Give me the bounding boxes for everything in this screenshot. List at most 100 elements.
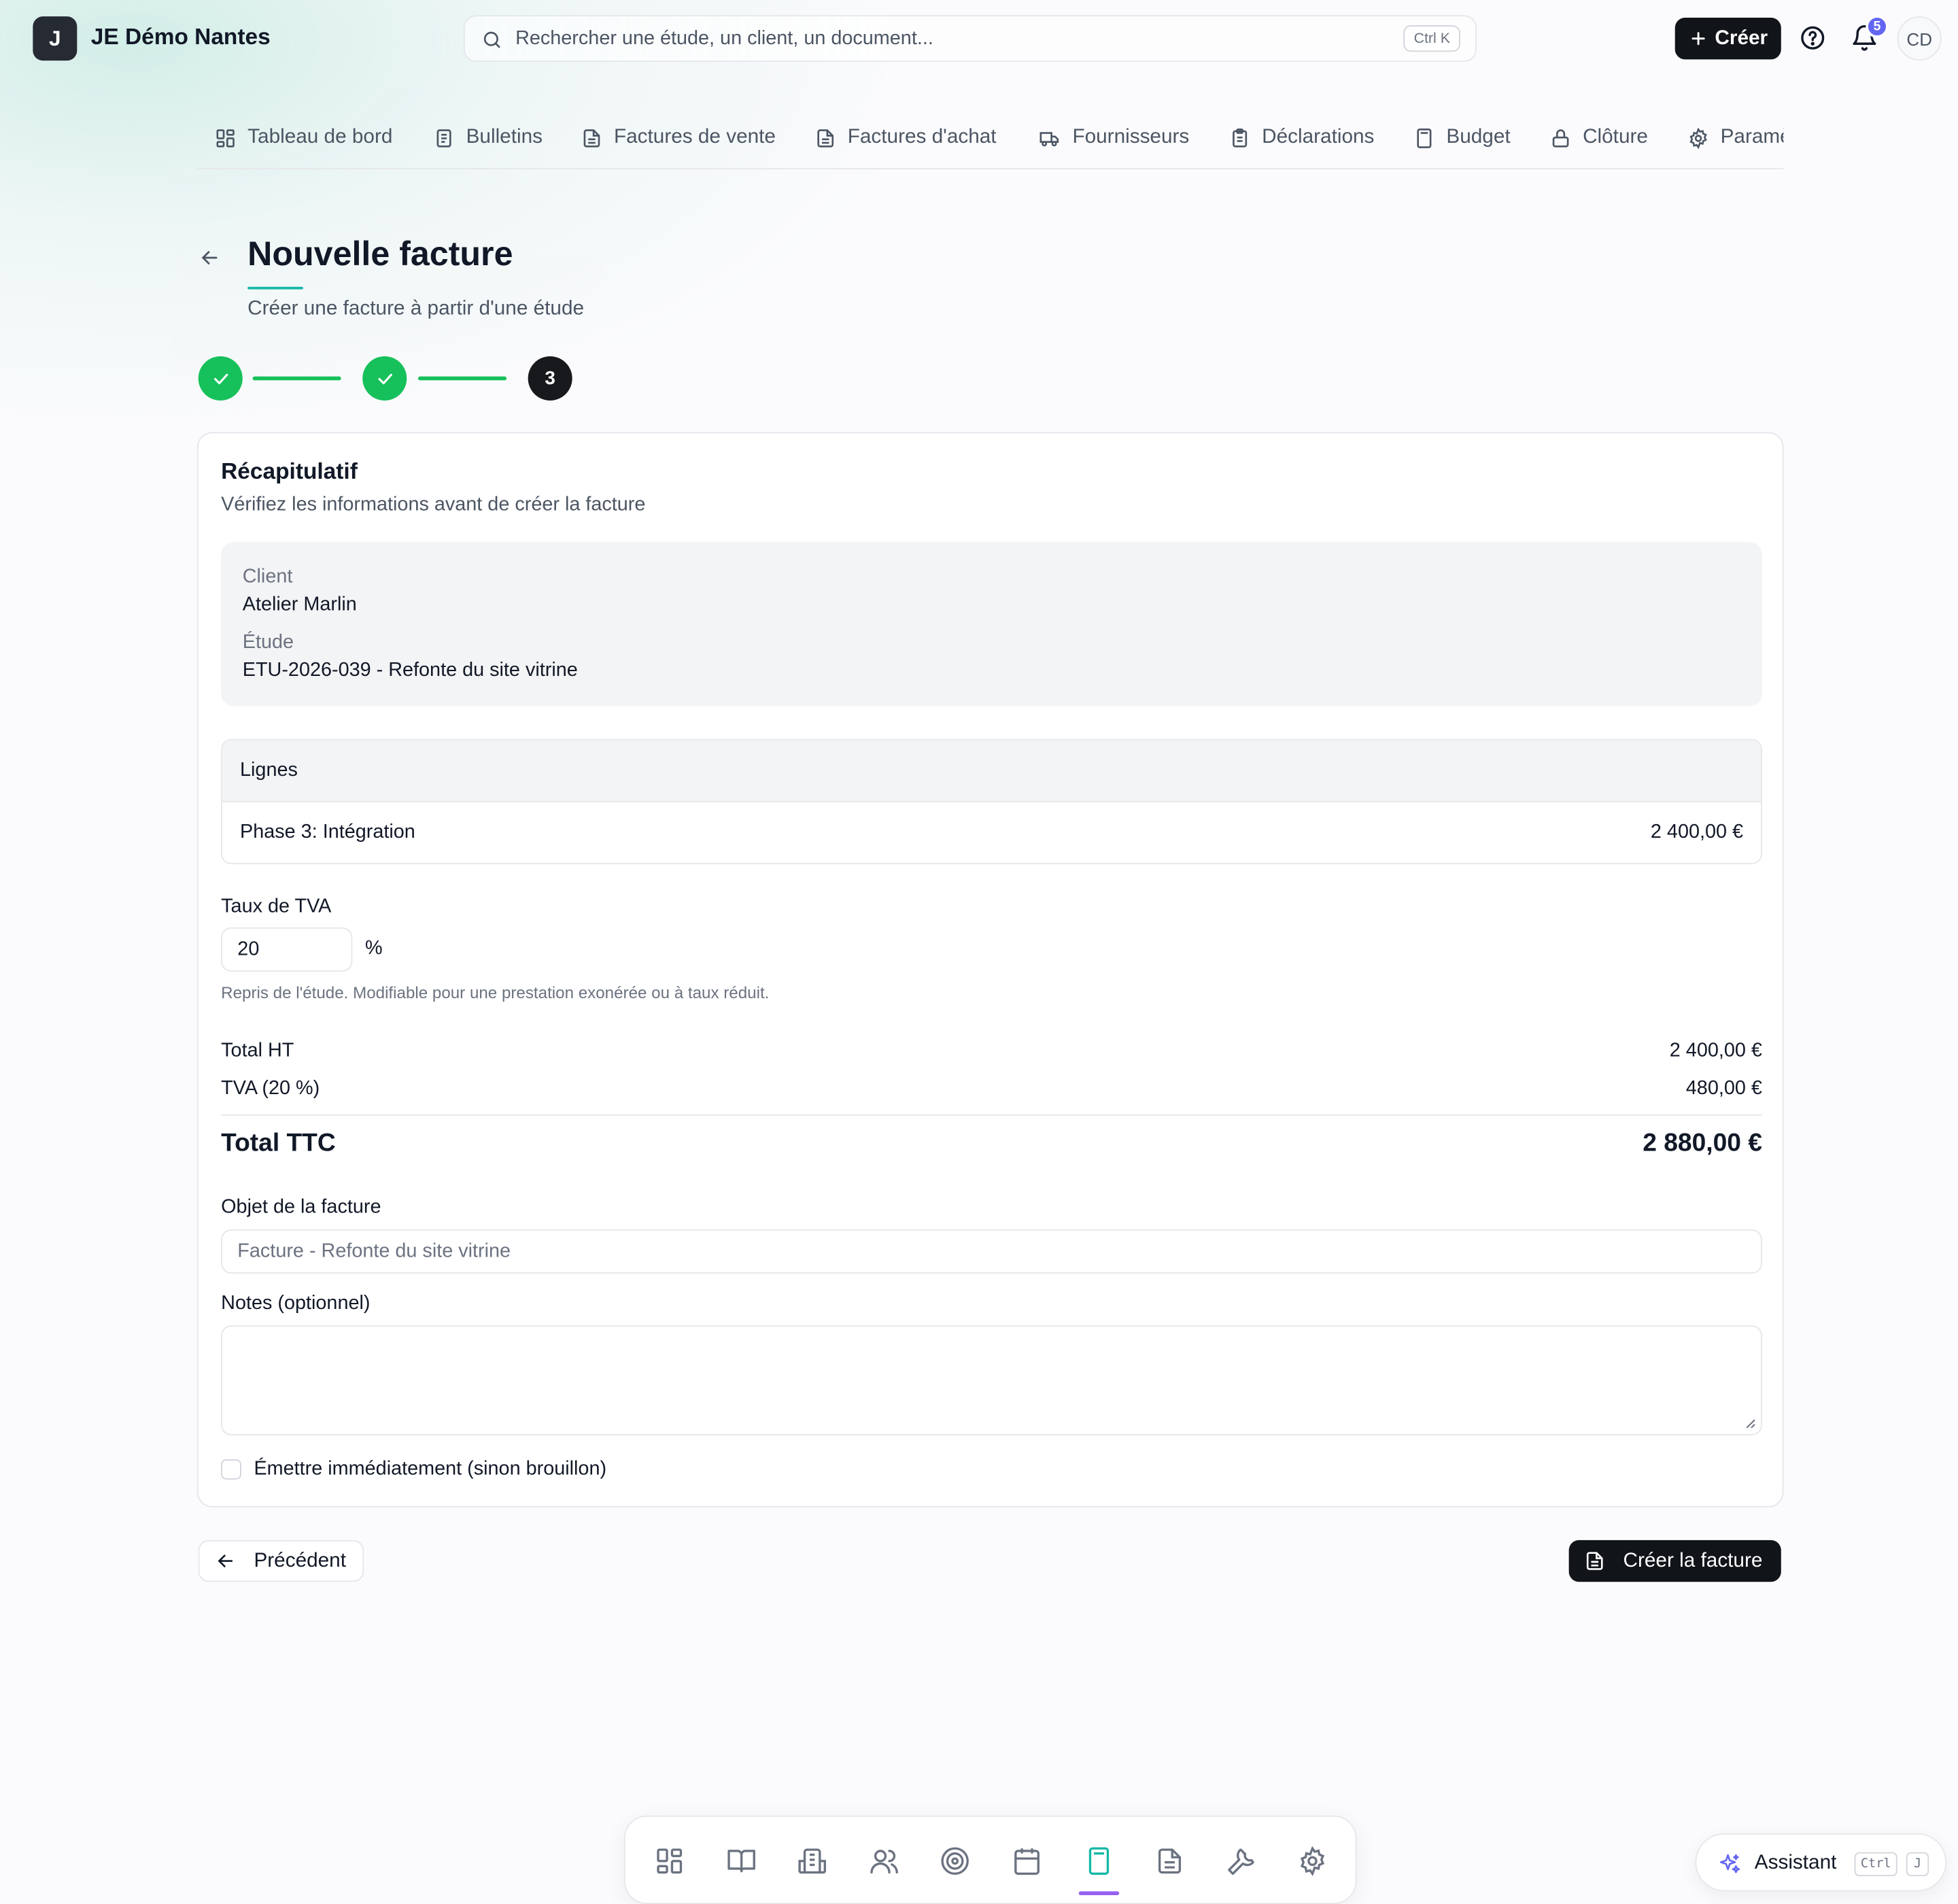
tab-tableau-de-bord[interactable]: Tableau de bord <box>215 124 393 152</box>
main-nav: Tableau de bord Bulletins Factures de ve… <box>196 109 1784 169</box>
recap-subtitle: Vérifiez les informations avant de créer… <box>221 494 646 516</box>
previous-button[interactable]: Précédent <box>198 1540 364 1582</box>
create-button-label: Créer <box>1715 27 1768 49</box>
client-value: Atelier Marlin <box>242 594 357 615</box>
client-label: Client <box>242 566 293 588</box>
app-logo-letter: J <box>49 26 61 50</box>
page-subtitle: Créer une facture à partir d'une étude <box>247 298 585 320</box>
object-label: Objet de la facture <box>221 1196 381 1219</box>
create-button[interactable]: Créer <box>1674 18 1781 60</box>
dock-calculator-icon[interactable] <box>1084 1846 1114 1877</box>
back-arrow-icon[interactable] <box>199 246 221 269</box>
top-bar: J JE Démo Nantes Rechercher une étude, u… <box>0 0 1958 78</box>
lock-icon <box>1552 129 1569 147</box>
recap-title: Récapitulatif <box>221 458 358 484</box>
search-input[interactable]: Rechercher une étude, un client, un docu… <box>463 15 1477 63</box>
lines-header: Lignes <box>222 740 1762 802</box>
lines-table: Lignes Phase 3: Intégration 2 400,00 € <box>221 738 1762 864</box>
tva-rate-hint: Repris de l'étude. Modifiable pour une p… <box>221 983 770 1002</box>
total-ht-row: Total HT 2 400,00 € <box>221 1040 1762 1062</box>
total-ttc-value: 2 880,00 € <box>1643 1129 1762 1157</box>
plus-icon <box>1691 32 1704 46</box>
tva-amount-value: 480,00 € <box>1685 1077 1762 1100</box>
dock-users-icon[interactable] <box>869 1846 899 1877</box>
dock-building-icon[interactable] <box>797 1846 827 1877</box>
dock-document-icon[interactable] <box>1154 1846 1185 1877</box>
clipboard-icon <box>1233 128 1248 147</box>
step-connector <box>252 376 341 381</box>
tab-label: Budget <box>1446 126 1511 148</box>
emit-now-label[interactable]: Émettre immédiatement (sinon brouillon) <box>254 1458 606 1480</box>
step-connector <box>417 376 507 381</box>
tab-label: Déclarations <box>1262 126 1375 148</box>
step-1-done <box>198 356 243 401</box>
notification-badge: 5 <box>1866 15 1889 38</box>
assistant-button[interactable]: Assistant Ctrl J <box>1695 1833 1947 1892</box>
lines-header-label: Lignes <box>240 759 298 781</box>
tab-cloture[interactable]: Clôture <box>1550 124 1648 152</box>
tab-label: Bulletins <box>466 126 543 148</box>
gear-icon <box>1689 126 1707 149</box>
step-3-current: 3 <box>528 356 572 401</box>
invoice-icon <box>817 129 834 147</box>
create-invoice-button-label: Créer la facture <box>1623 1549 1763 1571</box>
tab-factures-d-achat[interactable]: Factures d'achat <box>814 124 997 152</box>
bottom-dock <box>623 1815 1357 1904</box>
search-shortcut: Ctrl K <box>1403 25 1460 52</box>
tab-parametres[interactable]: Paramètres <box>1687 124 1783 152</box>
search-placeholder: Rechercher une étude, un client, un docu… <box>515 27 933 50</box>
emit-now-checkbox[interactable] <box>221 1459 241 1480</box>
check-icon <box>377 373 392 384</box>
invoice-icon <box>1586 1552 1603 1570</box>
recap-card: Récapitulatif Vérifiez les informations … <box>196 432 1784 1508</box>
tab-budget[interactable]: Budget <box>1413 124 1511 152</box>
create-invoice-button[interactable]: Créer la facture <box>1568 1540 1781 1582</box>
document-icon <box>436 129 451 147</box>
dashboard-icon <box>216 129 235 147</box>
previous-button-label: Précédent <box>254 1549 346 1571</box>
app-title[interactable]: JE Démo Nantes <box>91 24 271 50</box>
tva-rate-input[interactable]: 20 <box>221 927 353 972</box>
dock-gear-icon[interactable] <box>1297 1846 1328 1877</box>
divider <box>221 1114 1762 1116</box>
tab-label: Factures de vente <box>613 126 776 148</box>
total-ttc-row: Total TTC 2 880,00 € <box>221 1129 1762 1159</box>
assistant-shortcut-key: J <box>1906 1852 1929 1877</box>
dock-target-icon[interactable] <box>940 1846 970 1877</box>
tab-fournisseurs[interactable]: Fournisseurs <box>1038 124 1189 152</box>
object-input[interactable]: Facture - Refonte du site vitrine <box>221 1229 1762 1274</box>
assistant-label: Assistant <box>1754 1852 1837 1874</box>
dock-dashboard-icon[interactable] <box>654 1846 685 1877</box>
tva-rate-unit: % <box>364 937 383 959</box>
tab-label: Fournisseurs <box>1072 126 1190 148</box>
app-logo[interactable]: J <box>33 16 78 61</box>
page-title: Nouvelle facture <box>247 235 513 273</box>
line-amount: 2 400,00 € <box>1650 821 1744 843</box>
calculator-icon <box>1417 128 1432 148</box>
arrow-left-icon <box>218 1554 233 1567</box>
study-value: ETU-2026-039 - Refonte du site vitrine <box>242 659 578 681</box>
tab-bulletins[interactable]: Bulletins <box>433 124 543 152</box>
total-ht-value: 2 400,00 € <box>1669 1040 1762 1061</box>
tab-label: Clôture <box>1583 126 1648 148</box>
tab-label: Paramètres <box>1720 126 1784 148</box>
resize-handle-icon[interactable] <box>1745 1418 1756 1429</box>
tva-amount-row: TVA (20 %) 480,00 € <box>221 1078 1762 1100</box>
invoice-icon <box>583 129 600 147</box>
tva-amount-label: TVA (20 %) <box>221 1077 320 1100</box>
dock-wrench-icon[interactable] <box>1226 1846 1257 1877</box>
truck-icon <box>1040 131 1059 146</box>
total-ht-label: Total HT <box>221 1040 294 1061</box>
tab-factures-de-vente[interactable]: Factures de vente <box>581 124 776 152</box>
avatar[interactable]: CD <box>1897 16 1942 61</box>
dock-book-icon[interactable] <box>726 1846 757 1877</box>
check-icon <box>213 373 228 384</box>
dock-calendar-icon[interactable] <box>1012 1846 1042 1877</box>
tab-label: Tableau de bord <box>247 126 393 148</box>
sparkles-icon <box>1718 1852 1742 1876</box>
help-icon[interactable] <box>1799 24 1827 52</box>
tab-declarations[interactable]: Déclarations <box>1229 124 1375 152</box>
client-study-summary: Client Atelier Marlin Étude ETU-2026-039… <box>221 542 1762 707</box>
notes-textarea[interactable] <box>221 1325 1762 1435</box>
study-label: Étude <box>242 632 294 653</box>
